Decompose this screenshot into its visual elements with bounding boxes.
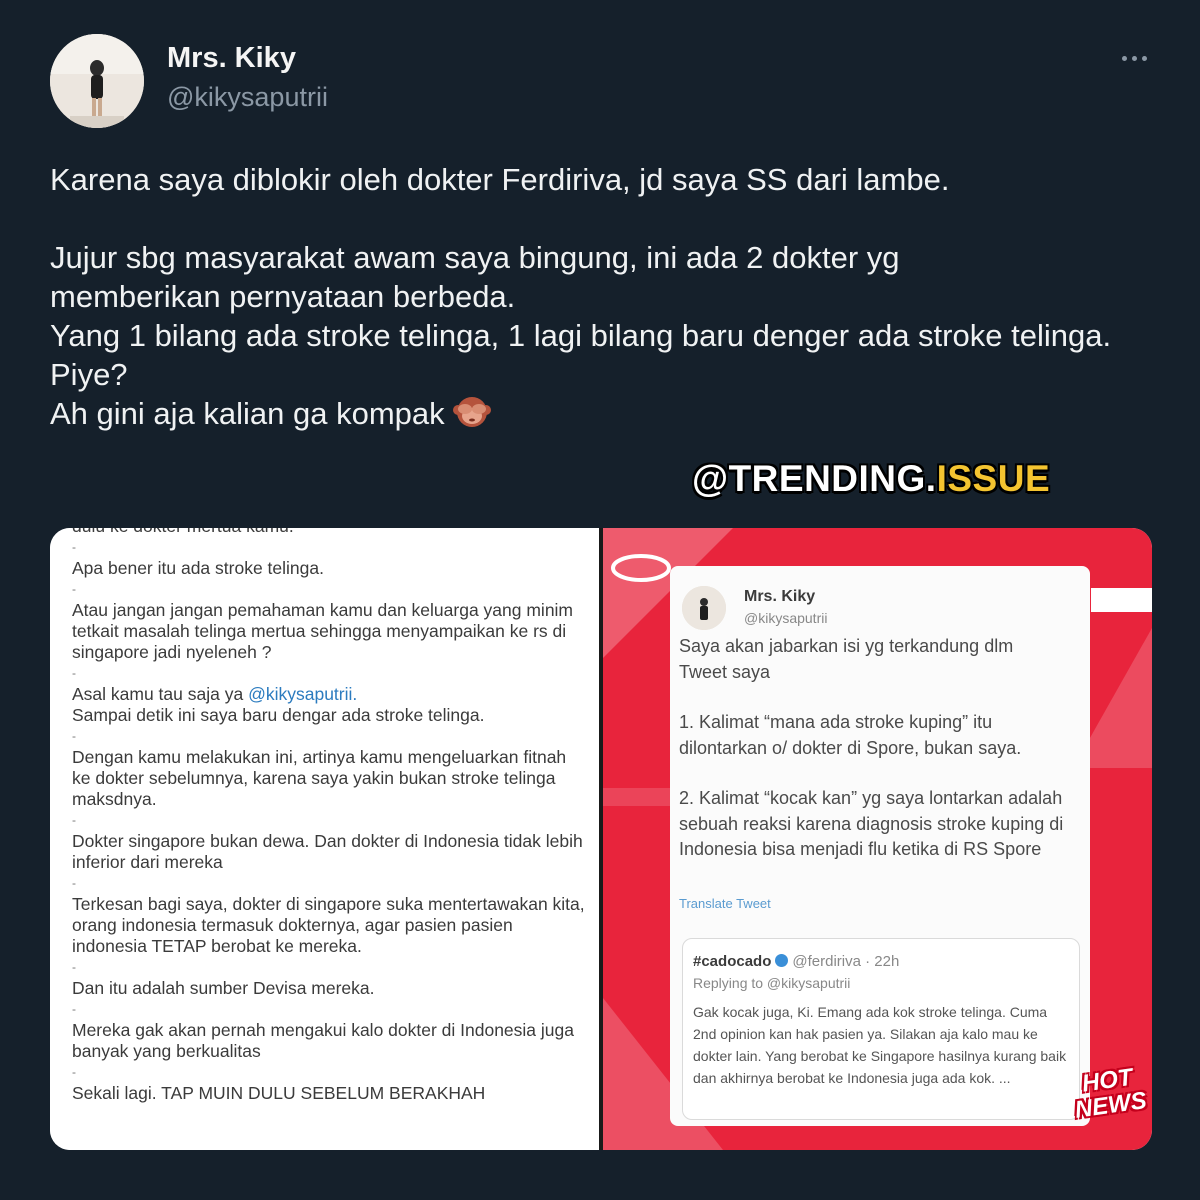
tweet-paragraph: Yang 1 bilang ada stroke telinga, 1 lagi… (50, 318, 1112, 353)
more-options-button[interactable] (1112, 40, 1156, 76)
replying-to: Replying to @kikysaputrii (693, 975, 851, 991)
avatar (682, 586, 726, 630)
ss-line: Terkesan bagi saya, dokter di singapore … (72, 894, 585, 956)
ss-line: Dengan kamu melakukan ini, artinya kamu … (72, 747, 567, 809)
dot-icon (1121, 55, 1127, 61)
ss-line: dulu ke dokter mertua kamu. (72, 528, 587, 537)
watermark-part-b: ISSUE (936, 458, 1051, 499)
quoted-author-handle: @ferdiriva (792, 953, 861, 970)
hot-news-badge: HOT NEWS (1070, 1063, 1148, 1124)
verified-badge-icon (775, 954, 789, 967)
avatar-photo (50, 34, 144, 128)
tweet-text: Karena saya diblokir oleh dokter Ferdiri… (50, 160, 1130, 439)
reply-tweet-card: Mrs. Kiky @kikysaputrii Saya akan jabark… (670, 566, 1090, 1126)
watermark-part-a: @TRENDING. (692, 458, 937, 499)
ss-text: Asal kamu tau saja ya (72, 684, 244, 704)
ss-line: Dokter singapore bukan dewa. Dan dokter … (72, 831, 583, 872)
quoted-tweet: #cadocado @ferdiriva · 22h Replying to @k… (682, 938, 1080, 1120)
ss-line: Apa bener itu ada stroke telinga. (72, 558, 324, 578)
dot-icon (1141, 55, 1147, 61)
author-handle[interactable]: @kikysaputrii (167, 82, 328, 113)
tweet-media-image[interactable]: dulu ke dokter mertua kamu. - Apa bener … (50, 528, 1152, 1150)
right-screenshot-panel: Mrs. Kiky @kikysaputrii Saya akan jabark… (603, 528, 1152, 1150)
reply-author-name: Mrs. Kiky (744, 588, 816, 605)
ss-line: Dan itu adalah sumber Devisa mereka. (72, 978, 375, 998)
reply-author-handle: @kikysaputrii (744, 610, 828, 626)
reply-point-2: 2. Kalimat “kocak kan” yg saya lontarkan… (679, 788, 1064, 859)
quoted-timestamp: 22h (874, 953, 900, 970)
tweet-paragraph: Ah gini aja kalian ga kompak (50, 396, 445, 431)
tweet-paragraph: Piye? (50, 357, 128, 392)
author-avatar[interactable] (50, 34, 144, 128)
quoted-text: Gak kocak juga, Ki. Emang ada kok stroke… (693, 1004, 1067, 1086)
left-screenshot-panel: dulu ke dokter mertua kamu. - Apa bener … (50, 528, 599, 1150)
see-no-evil-monkey-icon (452, 394, 491, 439)
mention-link: @kikysaputrii. (248, 684, 358, 704)
tweet-paragraph: Karena saya diblokir oleh dokter Ferdiri… (50, 162, 950, 197)
reply-intro: Saya akan jabarkan isi yg terkandung dlm… (679, 636, 1014, 682)
quoted-author-name: #cadocado (693, 953, 772, 970)
translate-tweet-link: Translate Tweet (679, 896, 771, 911)
reply-text: Saya akan jabarkan isi yg terkandung dlm… (679, 634, 1079, 863)
ss-line: Mereka gak akan pernah mengakui kalo dok… (72, 1020, 574, 1061)
quoted-author-line: #cadocado @ferdiriva · 22h (693, 953, 900, 970)
reply-point-1: 1. Kalimat “mana ada stroke kuping” itu … (679, 712, 1022, 758)
ss-line: Sampai detik ini saya baru dengar ada st… (72, 705, 485, 725)
ss-line: Asal kamu tau saja ya @kikysaputrii. (72, 684, 587, 705)
ss-line: Sekali lagi. TAP MUIN DULU SEBELUM BERAK… (72, 1083, 486, 1103)
tweet-paragraph: Jujur sbg masyarakat awam saya bingung, … (50, 240, 900, 314)
tweet-last-line: Ah gini aja kalian ga kompak (50, 394, 1130, 439)
author-name[interactable]: Mrs. Kiky (167, 42, 296, 75)
ss-line: Atau jangan jangan pemahaman kamu dan ke… (72, 600, 574, 662)
trending-issue-watermark: @TRENDING.ISSUE (692, 458, 1050, 500)
dot-icon (1131, 55, 1137, 61)
